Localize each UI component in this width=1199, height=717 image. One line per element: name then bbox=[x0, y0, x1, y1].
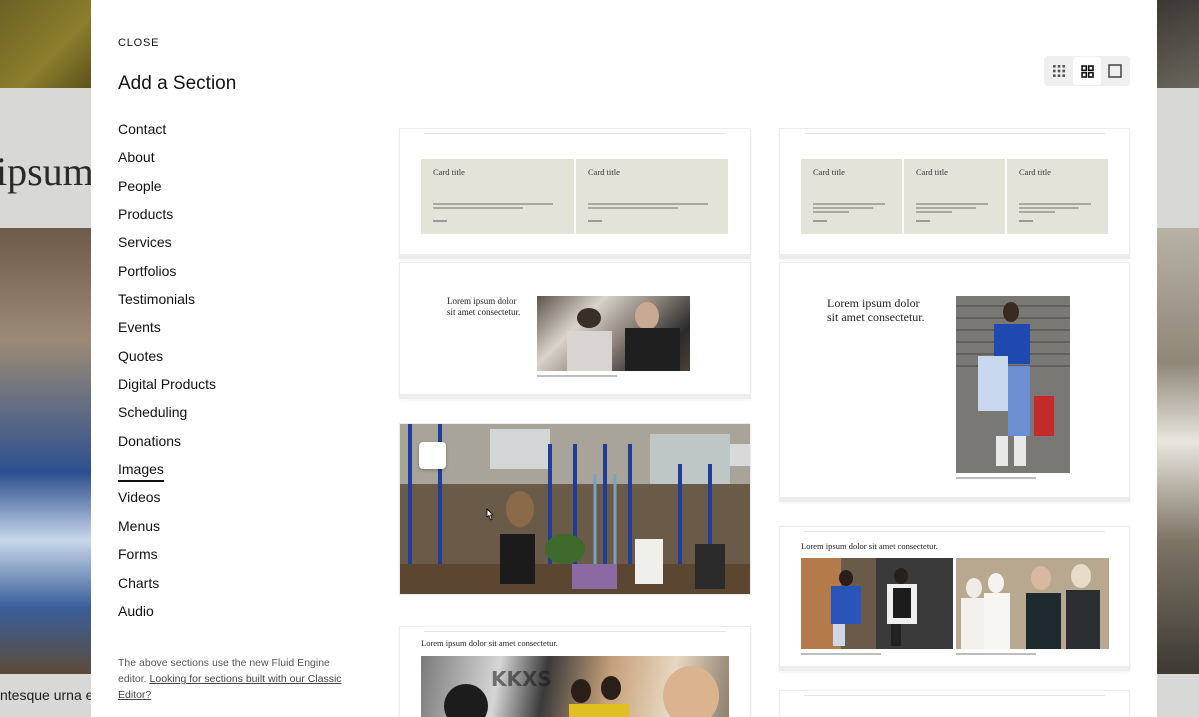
background-photo-top-right bbox=[1157, 0, 1199, 88]
category-item-menus[interactable]: Menus bbox=[118, 517, 216, 545]
grid-small-icon bbox=[1053, 65, 1065, 77]
view-grid-small-button[interactable] bbox=[1045, 57, 1073, 85]
section-preview-next[interactable] bbox=[779, 690, 1130, 717]
category-item-images[interactable]: Images bbox=[118, 460, 216, 488]
add-section-modal: CLOSE Add a Section Contact About People… bbox=[91, 0, 1157, 717]
section-preview-headline-photo[interactable]: Lorem ipsum dolor sit amet consectetur. … bbox=[399, 626, 751, 717]
category-item-contact[interactable]: Contact bbox=[118, 120, 216, 148]
section-preview-text-image[interactable]: Lorem ipsum dolor sit amet consectetur. bbox=[399, 262, 751, 399]
footnote: The above sections use the new Fluid Eng… bbox=[118, 657, 342, 701]
view-grid-single-button[interactable] bbox=[1101, 57, 1129, 85]
section-preview-cards-two[interactable]: Card title Card title bbox=[399, 128, 751, 259]
background-photo-right bbox=[1157, 228, 1199, 674]
category-item-charts[interactable]: Charts bbox=[118, 574, 216, 602]
preview-photo-backstage bbox=[956, 558, 1109, 649]
pointer-cursor-icon bbox=[486, 508, 494, 521]
close-button[interactable]: CLOSE bbox=[118, 37, 159, 49]
view-toggle bbox=[1044, 56, 1130, 86]
category-item-events[interactable]: Events bbox=[118, 318, 216, 346]
category-list: Contact About People Products Services P… bbox=[118, 120, 216, 630]
category-item-audio[interactable]: Audio bbox=[118, 602, 216, 630]
preview-card-tile: Card title bbox=[904, 159, 1005, 234]
category-item-people[interactable]: People bbox=[118, 177, 216, 205]
preview-card-tile: Card title bbox=[801, 159, 902, 234]
category-item-products[interactable]: Products bbox=[118, 205, 216, 233]
section-preview-full-image[interactable] bbox=[399, 423, 751, 595]
modal-title: Add a Section bbox=[118, 73, 237, 94]
category-item-quotes[interactable]: Quotes bbox=[118, 347, 216, 375]
preview-photo-graffiti: KKXS bbox=[421, 656, 729, 717]
classic-editor-link[interactable]: Looking for sections built with our Clas… bbox=[118, 673, 342, 701]
category-item-videos[interactable]: Videos bbox=[118, 488, 216, 516]
category-item-scheduling[interactable]: Scheduling bbox=[118, 403, 216, 431]
grid-medium-icon bbox=[1080, 64, 1094, 78]
svg-text:KKXS: KKXS bbox=[491, 667, 552, 691]
category-item-donations[interactable]: Donations bbox=[118, 432, 216, 460]
category-item-portfolios[interactable]: Portfolios bbox=[118, 262, 216, 290]
preview-headline: Lorem ipsum dolor sit amet consectetur. bbox=[801, 541, 938, 551]
background-body-fragment: ntesque urna e bbox=[0, 687, 94, 703]
preview-hover-handle[interactable] bbox=[419, 442, 446, 469]
category-item-testimonials[interactable]: Testimonials bbox=[118, 290, 216, 318]
preview-headline: Lorem ipsum dolor sit amet consectetur. bbox=[827, 296, 925, 325]
section-preview-cards-three[interactable]: Card title Card title Card title bbox=[779, 128, 1130, 259]
preview-photo-portrait bbox=[956, 296, 1070, 473]
background-band-right bbox=[1157, 88, 1199, 228]
category-item-about[interactable]: About bbox=[118, 148, 216, 176]
preview-headline: Lorem ipsum dolor sit amet consectetur. bbox=[447, 296, 521, 317]
grid-single-icon bbox=[1108, 64, 1122, 78]
preview-photo-people bbox=[537, 296, 690, 371]
preview-photo-workshop bbox=[400, 424, 750, 594]
background-heading-fragment: ipsum bbox=[0, 149, 94, 194]
background-photo-top-left bbox=[0, 0, 91, 88]
category-item-forms[interactable]: Forms bbox=[118, 545, 216, 573]
preview-card-tile: Card title bbox=[576, 159, 728, 234]
background-band-bottom-right bbox=[1157, 674, 1199, 717]
preview-headline: Lorem ipsum dolor sit amet consectetur. bbox=[421, 638, 558, 648]
section-preview-text-portrait[interactable]: Lorem ipsum dolor sit amet consectetur. bbox=[779, 262, 1130, 502]
category-item-services[interactable]: Services bbox=[118, 233, 216, 261]
preview-card-tile: Card title bbox=[1007, 159, 1108, 234]
category-item-digital-products[interactable]: Digital Products bbox=[118, 375, 216, 403]
preview-photo-street bbox=[801, 558, 953, 649]
view-grid-medium-button[interactable] bbox=[1073, 57, 1101, 85]
section-preview-headline-two-photos[interactable]: Lorem ipsum dolor sit amet consectetur. bbox=[779, 526, 1130, 671]
background-photo-left bbox=[0, 228, 91, 674]
preview-card-tile: Card title bbox=[421, 159, 574, 234]
